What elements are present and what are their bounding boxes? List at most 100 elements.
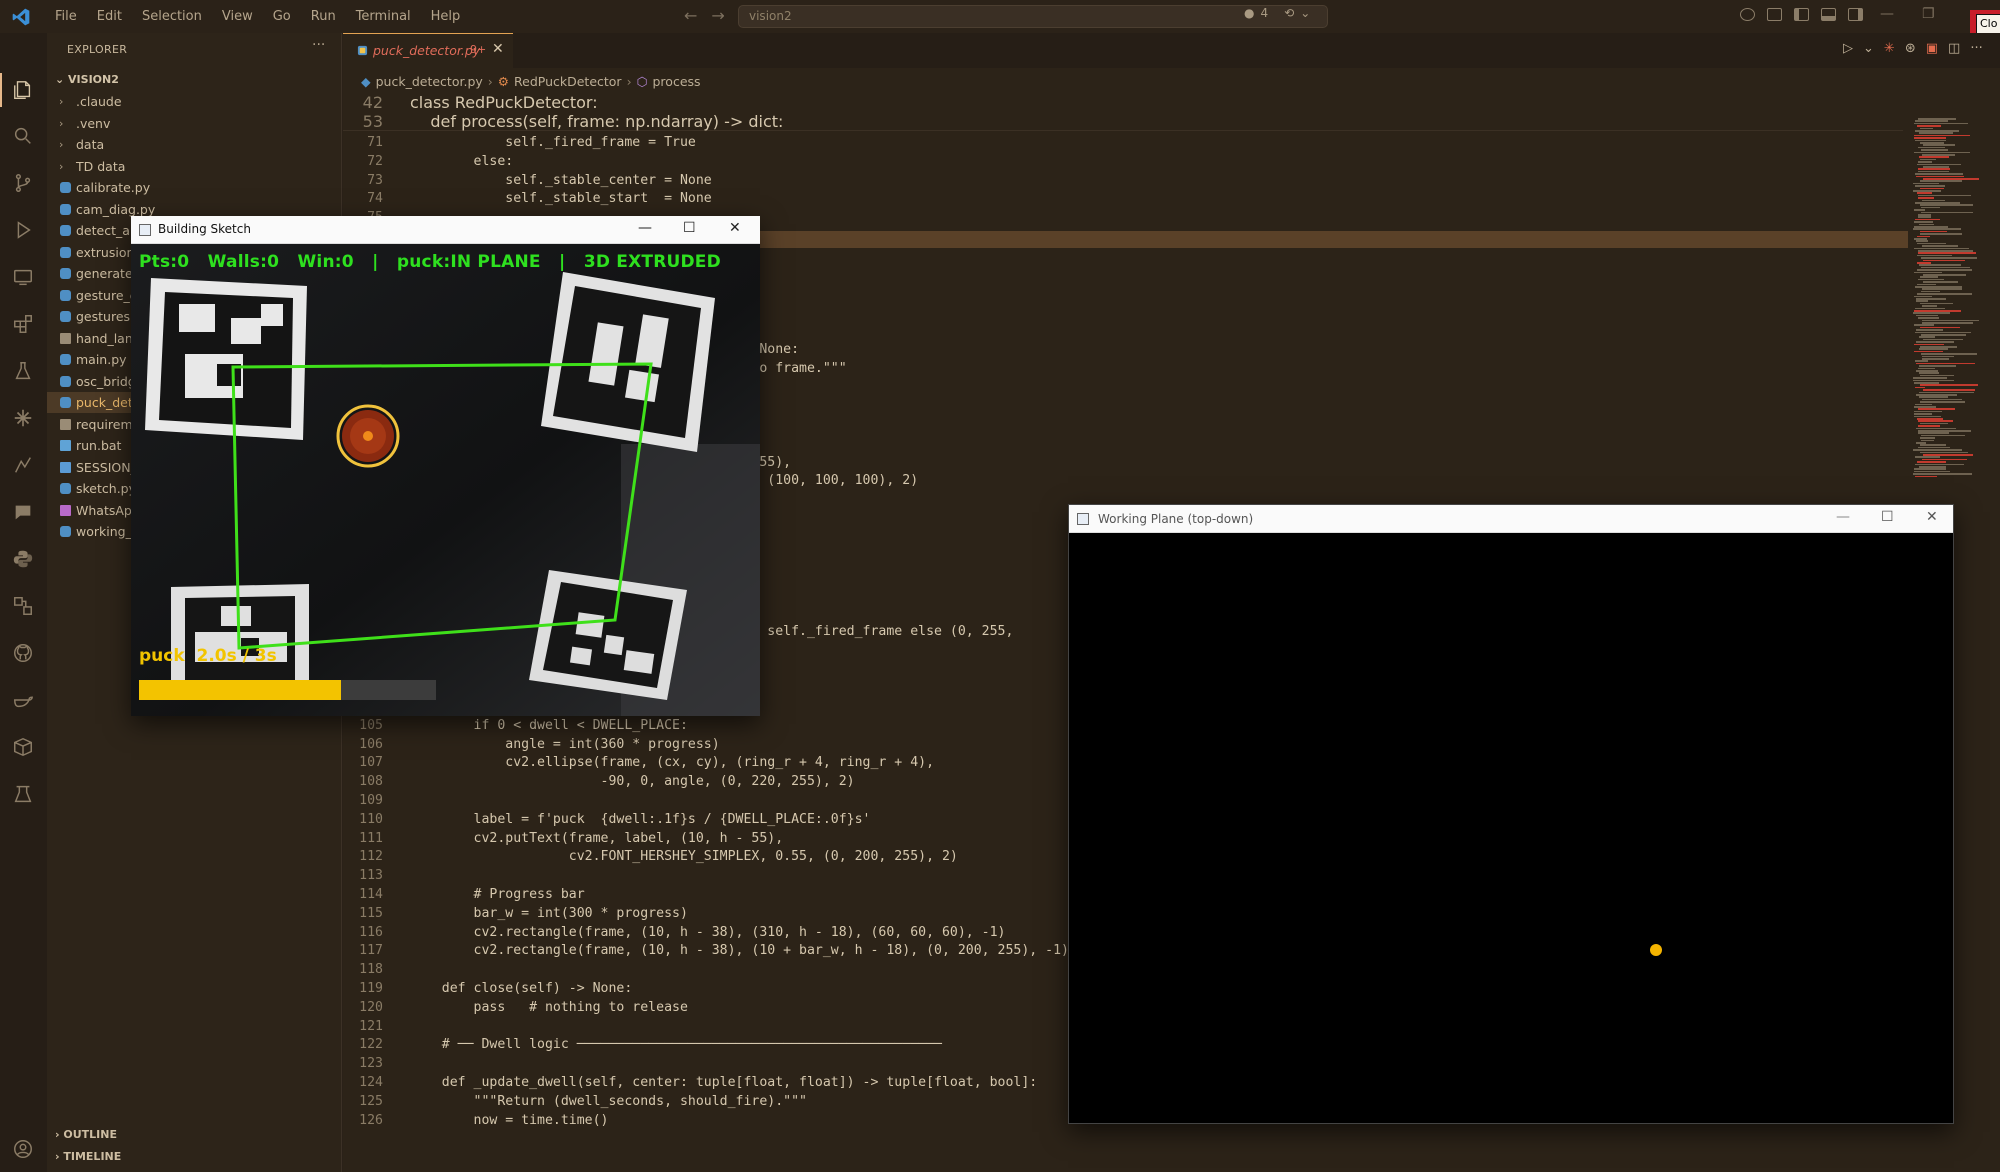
- toggle-panel-icon[interactable]: [1821, 8, 1836, 21]
- close-icon[interactable]: ✕: [1926, 509, 1938, 525]
- code-line[interactable]: bar_w = int(300 * progress): [410, 906, 688, 921]
- claude-spark-icon[interactable]: [12, 407, 34, 429]
- minimap-line: [1913, 209, 1925, 211]
- github-icon[interactable]: [12, 642, 34, 664]
- code-line[interactable]: # ── Dwell logic ───────────────────────…: [410, 1037, 942, 1052]
- toggle-secondary-sidebar-icon[interactable]: [1848, 8, 1863, 21]
- building-sketch-window: Building Sketch — ☐ ✕ Pts:0 Walls:0 Win:…: [131, 216, 760, 716]
- folder-item[interactable]: › TD data: [47, 156, 342, 177]
- code-line[interactable]: cv2.ellipse(frame, (cx, cy), (ring_r + 4…: [410, 755, 934, 770]
- minimap-line: [1915, 130, 1959, 132]
- explorer-files-icon[interactable]: [12, 79, 34, 101]
- accounts-icon[interactable]: [1740, 8, 1755, 21]
- code-line[interactable]: now = time.time(): [410, 1113, 609, 1128]
- folder-item[interactable]: › .venv: [47, 113, 342, 134]
- menu-terminal[interactable]: Terminal: [346, 9, 421, 24]
- chevron-down-icon[interactable]: ⌄: [1300, 6, 1310, 20]
- code-line[interactable]: pass # nothing to release: [410, 1000, 688, 1015]
- tab-close-icon[interactable]: ✕: [492, 41, 504, 57]
- minimize-icon[interactable]: —: [1836, 509, 1850, 525]
- code-line[interactable]: """Return (dwell_seconds, should_fire)."…: [410, 1094, 807, 1109]
- file-item[interactable]: calibrate.py: [47, 177, 342, 198]
- chat-icon[interactable]: [12, 501, 34, 523]
- testing-flask-icon[interactable]: [12, 360, 34, 382]
- search-icon[interactable]: [12, 125, 34, 147]
- code-line[interactable]: self._stable_center = None: [410, 173, 711, 188]
- docker-icon[interactable]: [12, 689, 34, 711]
- code-line[interactable]: else:: [410, 154, 514, 169]
- puck-dwell-label: puck 2.0s / 3s: [139, 646, 277, 666]
- folder-item[interactable]: › .claude: [47, 91, 342, 112]
- more-icon[interactable]: ···: [1970, 41, 1982, 56]
- code-line[interactable]: self._fired_frame = True: [410, 135, 696, 150]
- close-icon[interactable]: ✕: [729, 220, 741, 236]
- claude-icon[interactable]: ✳: [1884, 41, 1895, 56]
- menu-selection[interactable]: Selection: [132, 9, 212, 24]
- python-icon[interactable]: [12, 548, 34, 570]
- extensions-icon[interactable]: [12, 313, 34, 335]
- minimap-line: [1915, 475, 1938, 478]
- outline-section[interactable]: › OUTLINE: [47, 1128, 117, 1141]
- deploy-icon[interactable]: [12, 454, 34, 476]
- lab-icon[interactable]: [12, 783, 34, 805]
- timeline-section[interactable]: › TIMELINE: [47, 1150, 121, 1163]
- minimap-line: [1913, 382, 1940, 384]
- minimap-line: [1922, 398, 1963, 401]
- code-line[interactable]: def close(self) -> None:: [410, 981, 633, 996]
- menu-view[interactable]: View: [212, 9, 263, 24]
- sticky-code-line[interactable]: class RedPuckDetector:: [410, 93, 598, 112]
- sticky-code-line[interactable]: def process(self, frame: np.ndarray) -> …: [410, 112, 783, 131]
- diagram-icon[interactable]: [12, 595, 34, 617]
- tree-item-label: generate_: [76, 266, 139, 281]
- breadcrumb-method[interactable]: process: [653, 74, 701, 89]
- minimize-icon[interactable]: —: [638, 220, 652, 236]
- minimap-line: [1919, 142, 1944, 144]
- menu-edit[interactable]: Edit: [87, 9, 132, 24]
- menu-run[interactable]: Run: [301, 9, 346, 24]
- minimize-icon[interactable]: —: [1880, 6, 1894, 22]
- code-line[interactable]: self._stable_start = None: [410, 191, 711, 206]
- source-control-icon[interactable]: [12, 172, 34, 194]
- restore-icon[interactable]: ❐: [1922, 6, 1935, 22]
- sketch-title-bar[interactable]: Building Sketch — ☐ ✕: [131, 216, 760, 244]
- code-line[interactable]: def _update_dwell(self, center: tuple[fl…: [410, 1075, 1037, 1090]
- breadcrumb-class[interactable]: RedPuckDetector: [514, 74, 622, 89]
- package-icon[interactable]: [12, 736, 34, 758]
- code-line[interactable]: cv2.putText(frame, label, (10, h - 55),: [410, 831, 784, 846]
- minimap-line: [1915, 329, 1944, 331]
- folder-item[interactable]: › data: [47, 134, 342, 155]
- copilot-icon[interactable]: ⟲: [1284, 6, 1294, 20]
- chat-bubble-icon[interactable]: ▣: [1926, 41, 1938, 56]
- back-arrow-icon[interactable]: ←: [684, 6, 697, 25]
- workspace-folder[interactable]: ⌄ VISION2: [47, 70, 342, 90]
- maximize-icon[interactable]: ☐: [1881, 509, 1894, 525]
- code-line[interactable]: cv2.rectangle(frame, (10, h - 38), (310,…: [410, 925, 1006, 940]
- toggle-sidebar-icon[interactable]: [1794, 8, 1809, 21]
- code-line[interactable]: # Progress bar: [410, 887, 585, 902]
- code-line[interactable]: label = f'puck {dwell:.1f}s / {DWELL_PLA…: [410, 812, 871, 827]
- code-line[interactable]: -90, 0, angle, (0, 220, 255), 2): [410, 774, 855, 789]
- menu-file[interactable]: File: [45, 9, 87, 24]
- forward-arrow-icon[interactable]: →: [711, 6, 724, 25]
- minimap-line: [1915, 286, 1963, 288]
- menu-help[interactable]: Help: [421, 9, 471, 24]
- code-line[interactable]: if 0 < dwell < DWELL_PLACE:: [410, 718, 688, 733]
- code-line[interactable]: cv2.rectangle(frame, (10, h - 38), (10 +…: [410, 943, 1069, 958]
- command-center-search[interactable]: vision2: [738, 5, 1328, 28]
- menu-go[interactable]: Go: [263, 9, 301, 24]
- plane-title-bar[interactable]: Working Plane (top-down) — ☐ ✕: [1069, 505, 1953, 533]
- maximize-icon[interactable]: ☐: [683, 220, 696, 236]
- run-debug-icon[interactable]: [12, 219, 34, 241]
- code-line[interactable]: angle = int(360 * progress): [410, 737, 719, 752]
- split-editor-icon[interactable]: ◫: [1948, 41, 1960, 56]
- customize-layout-icon[interactable]: [1767, 8, 1782, 21]
- remote-explorer-icon[interactable]: [12, 266, 34, 288]
- account-icon[interactable]: [12, 1138, 34, 1160]
- openai-icon[interactable]: ⊛: [1905, 41, 1916, 56]
- chevron-down-icon[interactable]: ⌄: [1863, 41, 1874, 56]
- tab-puck-detector[interactable]: puck_detector.py 9+ ✕: [343, 33, 513, 68]
- breadcrumb-file[interactable]: puck_detector.py: [376, 74, 483, 89]
- more-actions-icon[interactable]: ···: [312, 37, 325, 53]
- run-icon[interactable]: ▷: [1843, 41, 1853, 56]
- code-line[interactable]: cv2.FONT_HERSHEY_SIMPLEX, 0.55, (0, 200,…: [410, 849, 958, 864]
